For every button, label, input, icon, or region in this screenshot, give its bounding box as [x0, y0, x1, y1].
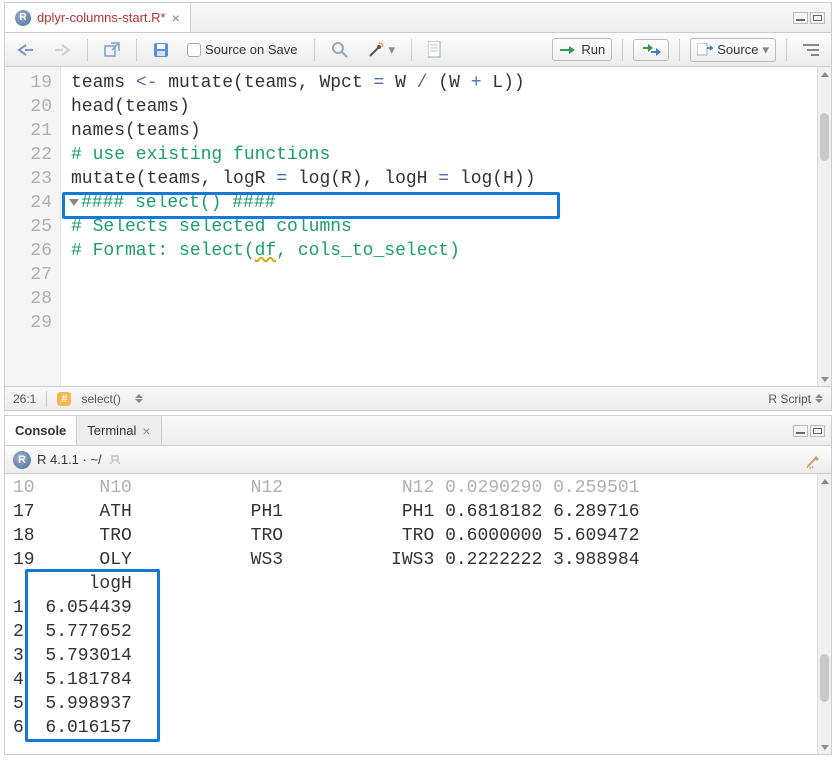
code-area[interactable]: 1920212223242526272829 teams <- mutate(t… — [5, 67, 831, 386]
editor-tab-bar: R dplyr-columns-start.R* × — [5, 3, 831, 33]
scroll-thumb[interactable] — [820, 654, 829, 702]
maximize-icon[interactable] — [810, 12, 825, 24]
clear-console-button[interactable] — [805, 451, 823, 469]
close-icon[interactable]: × — [172, 10, 180, 26]
minimize-icon[interactable] — [793, 425, 808, 437]
scroll-down-icon[interactable] — [818, 372, 831, 386]
console-tab-bar: Console Terminal × — [5, 416, 831, 446]
find-button[interactable] — [325, 38, 355, 62]
code-tools-button[interactable]: ▾ — [361, 38, 402, 62]
editor-statusbar: 26:1 # select() R Script — [5, 386, 831, 410]
r-version: R 4.1.1 · ~/ — [37, 452, 102, 467]
console-tab[interactable]: Console — [5, 416, 77, 445]
scroll-up-icon[interactable] — [818, 474, 831, 488]
editor-toolbar: Source on Save ▾ Run Source ▾ — [5, 33, 831, 67]
source-on-save-toggle[interactable]: Source on Save — [181, 39, 304, 60]
run-label: Run — [581, 42, 605, 57]
scroll-down-icon[interactable] — [818, 740, 831, 754]
save-button[interactable] — [147, 39, 175, 61]
window-controls — [793, 3, 831, 32]
close-icon[interactable]: × — [142, 423, 150, 439]
line-gutter: 1920212223242526272829 — [5, 67, 61, 386]
window-controls — [793, 416, 831, 445]
console-toolbar: R R 4.1.1 · ~/ — [5, 446, 831, 474]
compile-report-button[interactable] — [422, 38, 450, 62]
console-pane: Console Terminal × R R 4.1.1 · ~/ 10 N10… — [4, 415, 832, 755]
scroll-up-icon[interactable] — [818, 67, 831, 81]
back-button[interactable] — [11, 40, 41, 60]
run-button[interactable]: Run — [552, 38, 612, 61]
console-output[interactable]: 10 N10 N12 N12 0.0290290 0.25950117 ATH … — [5, 474, 817, 754]
console-scrollbar[interactable] — [817, 474, 831, 754]
sort-arrows-icon[interactable] — [135, 394, 143, 403]
section-badge-icon: # — [57, 392, 71, 406]
editor-pane: R dplyr-columns-start.R* × Source on Sav… — [4, 2, 832, 411]
minimize-icon[interactable] — [793, 12, 808, 24]
terminal-tab[interactable]: Terminal × — [77, 416, 161, 445]
language-label: R Script — [768, 392, 811, 406]
source-label: Source — [717, 42, 758, 57]
source-on-save-label: Source on Save — [205, 42, 298, 57]
source-button[interactable]: Source ▾ — [690, 38, 776, 62]
sort-arrows-icon — [815, 394, 823, 403]
maximize-icon[interactable] — [810, 425, 825, 437]
editor-tab-filename: dplyr-columns-start.R* — [37, 10, 166, 25]
checkbox-icon — [187, 43, 201, 57]
popout-icon[interactable] — [108, 454, 122, 466]
console-tab-label: Console — [15, 423, 66, 438]
section-scope[interactable]: select() — [81, 392, 120, 406]
terminal-tab-label: Terminal — [87, 423, 136, 438]
editor-tab[interactable]: R dplyr-columns-start.R* × — [5, 3, 191, 32]
forward-button[interactable] — [47, 40, 77, 60]
cursor-position: 26:1 — [13, 392, 36, 406]
r-file-icon: R — [15, 10, 31, 26]
outline-button[interactable] — [797, 40, 825, 60]
show-in-new-window-button[interactable] — [98, 39, 126, 61]
rerun-button[interactable] — [633, 39, 669, 61]
code-text[interactable]: teams <- mutate(teams, Wpct = W / (W + L… — [61, 67, 817, 386]
scroll-thumb[interactable] — [820, 113, 829, 161]
editor-scrollbar[interactable] — [817, 67, 831, 386]
r-logo-icon: R — [13, 451, 31, 469]
language-selector[interactable]: R Script — [768, 392, 823, 406]
